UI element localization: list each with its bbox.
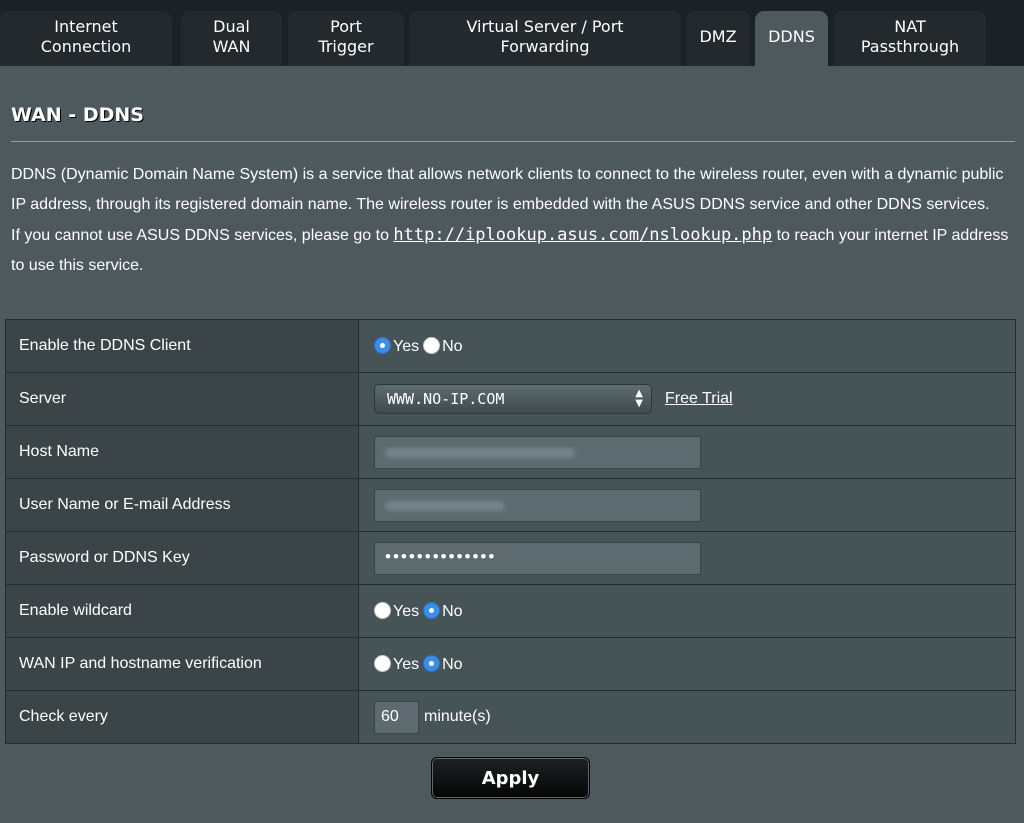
free-trial-link[interactable]: Free Trial <box>665 390 733 407</box>
verification-label: WAN IP and hostname verification <box>5 637 359 691</box>
radio-label: Yes <box>393 655 420 673</box>
radio-label: No <box>442 655 463 673</box>
table-row: Server WWW.NO-IP.COM ▲ ▼ Free Trial <box>5 372 1016 426</box>
enable-ddns-options: Yes No <box>358 319 1016 373</box>
server-select-value: WWW.NO-IP.COM <box>387 390 505 408</box>
tab-label: Port Trigger <box>318 16 374 56</box>
radio-label: Yes <box>393 337 420 355</box>
table-row: User Name or E-mail Address <box>5 478 1016 532</box>
username-input[interactable] <box>374 488 701 522</box>
apply-button[interactable]: Apply <box>431 757 590 799</box>
username-cell <box>358 478 1016 532</box>
tab-label: DDNS <box>768 26 815 46</box>
tab-label: Virtual Server / Port Forwarding <box>466 16 624 56</box>
title-divider <box>11 141 1015 142</box>
up-down-arrows-icon: ▲ ▼ <box>635 388 643 409</box>
table-row: Check every 60 minute(s) <box>5 690 1016 744</box>
description-text-2: If you cannot use ASUS DDNS services, pl… <box>11 227 394 244</box>
enable-ddns-no-radio[interactable] <box>423 336 441 354</box>
username-label: User Name or E-mail Address <box>5 478 359 532</box>
password-label: Password or DDNS Key <box>5 531 359 585</box>
wildcard-options: Yes No <box>358 584 1016 638</box>
wildcard-yes-radio[interactable] <box>374 601 391 619</box>
host-name-cell <box>358 425 1016 479</box>
check-every-label: Check every <box>5 690 359 744</box>
server-select[interactable]: WWW.NO-IP.COM ▲ ▼ <box>374 384 652 414</box>
check-every-unit: minute(s) <box>424 708 491 725</box>
table-row: WAN IP and hostname verification Yes No <box>5 637 1016 691</box>
server-label: Server <box>5 372 359 426</box>
page-title: WAN - DDNS <box>11 104 144 126</box>
password-input[interactable]: •••••••••••••• <box>374 541 701 575</box>
tab-dmz[interactable]: DMZ <box>686 11 750 66</box>
blurred-value <box>385 500 505 511</box>
ddns-settings-table: Enable the DDNS Client Yes No Server WWW.… <box>5 319 1016 744</box>
blurred-value <box>385 447 575 458</box>
tab-label: Internet Connection <box>40 16 132 56</box>
enable-ddns-yes-radio[interactable] <box>374 336 391 354</box>
enable-ddns-label: Enable the DDNS Client <box>5 319 359 373</box>
tab-ddns[interactable]: DDNS <box>755 11 828 66</box>
tab-nat-passthrough[interactable]: NAT Passthrough <box>834 11 986 66</box>
tab-virtual-server[interactable]: Virtual Server / Port Forwarding <box>409 11 681 66</box>
tab-port-trigger[interactable]: Port Trigger <box>288 11 404 66</box>
wildcard-label: Enable wildcard <box>5 584 359 638</box>
server-options: WWW.NO-IP.COM ▲ ▼ Free Trial <box>358 372 1016 426</box>
host-name-input[interactable] <box>374 435 701 469</box>
tab-label: NAT Passthrough <box>860 16 960 56</box>
nslookup-link[interactable]: http://iplookup.asus.com/nslookup.php <box>393 225 772 245</box>
tab-internet-connection[interactable]: Internet Connection <box>0 11 172 66</box>
check-every-input[interactable]: 60 <box>374 700 419 734</box>
tab-dual-wan[interactable]: Dual WAN <box>181 11 282 66</box>
description-text: DDNS (Dynamic Domain Name System) is a s… <box>11 166 1004 213</box>
check-every-cell: 60 minute(s) <box>358 690 1016 744</box>
password-cell: •••••••••••••• <box>358 531 1016 585</box>
tab-label: Dual WAN <box>212 16 251 56</box>
verification-options: Yes No <box>358 637 1016 691</box>
table-row: Host Name <box>5 425 1016 479</box>
verification-yes-radio[interactable] <box>374 654 391 672</box>
radio-label: No <box>442 337 463 355</box>
host-name-label: Host Name <box>5 425 359 479</box>
tab-bar: Internet Connection Dual WAN Port Trigge… <box>0 0 1024 66</box>
description: DDNS (Dynamic Domain Name System) is a s… <box>11 160 1015 281</box>
table-row: Enable wildcard Yes No <box>5 584 1016 638</box>
radio-label: Yes <box>393 602 420 620</box>
verification-no-radio[interactable] <box>423 654 441 672</box>
table-row: Password or DDNS Key •••••••••••••• <box>5 531 1016 585</box>
table-row: Enable the DDNS Client Yes No <box>5 319 1016 373</box>
radio-label: No <box>442 602 463 620</box>
tab-label: DMZ <box>699 26 737 46</box>
wildcard-no-radio[interactable] <box>423 601 441 619</box>
